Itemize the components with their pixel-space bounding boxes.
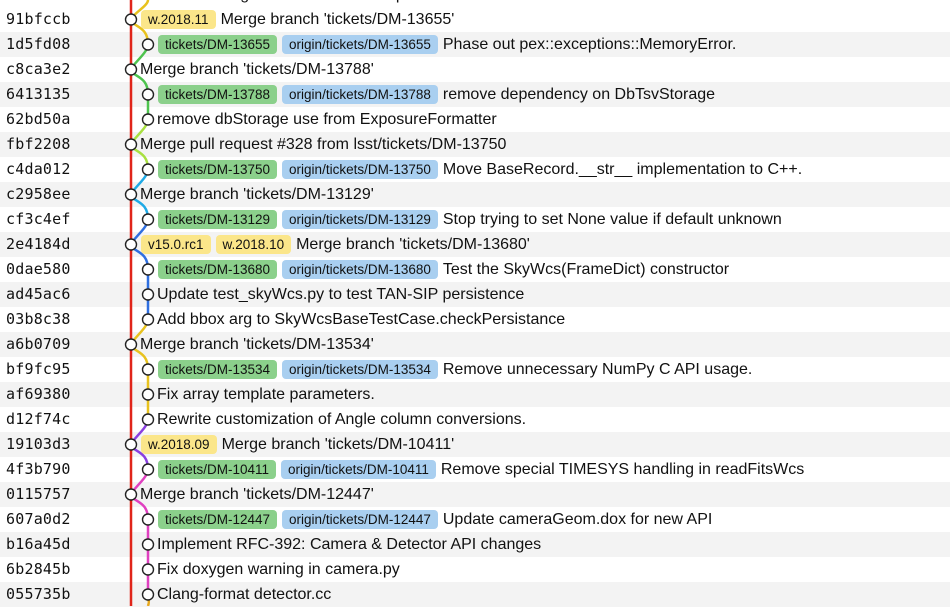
commit-node-icon	[141, 363, 155, 376]
commit-node-icon	[141, 38, 155, 51]
commit-node-icon	[141, 513, 155, 526]
commit-node-icon	[124, 63, 138, 76]
commit-node-icon	[141, 163, 155, 176]
commit-node-icon	[141, 88, 155, 101]
commit-node-icon	[141, 588, 155, 601]
commit-node-icon	[124, 138, 138, 151]
commit-node-icon	[124, 338, 138, 351]
commit-node-icon	[141, 413, 155, 426]
commit-node-icon	[124, 438, 138, 451]
commit-node-icon	[141, 263, 155, 276]
commit-node-icon	[124, 488, 138, 501]
commit-node-icon	[141, 288, 155, 301]
commit-node-icon	[141, 313, 155, 326]
commit-node-icon	[141, 563, 155, 576]
commit-node-icon	[141, 463, 155, 476]
commit-node-icon	[141, 113, 155, 126]
commit-node-icon	[141, 538, 155, 551]
commit-node-icon	[124, 13, 138, 26]
commit-node-icon	[141, 213, 155, 226]
commit-node-icon	[124, 238, 138, 251]
commit-graph	[124, 0, 155, 606]
commit-node-icon	[141, 388, 155, 401]
commit-node-icon	[124, 188, 138, 201]
